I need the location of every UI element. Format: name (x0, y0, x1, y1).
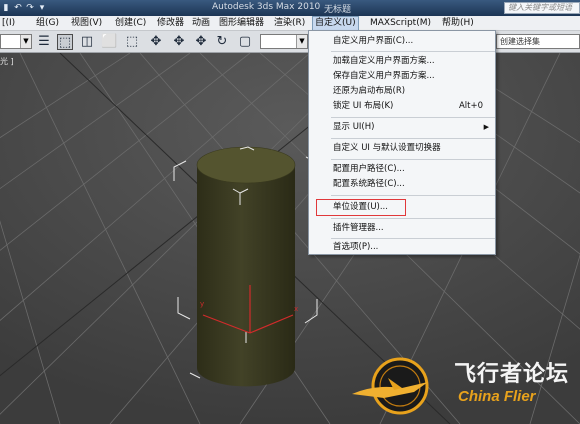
window-crossing-icon[interactable]: ◫ (79, 34, 95, 50)
menu-separator (331, 138, 495, 139)
reference-coordinate-dropdown[interactable]: ▼ (260, 34, 308, 49)
submenu-arrow-icon: ▶ (483, 123, 489, 131)
axis-y-label: y (200, 300, 204, 308)
watermark-logo-icon (352, 357, 429, 415)
undo-icon[interactable]: ↶ (14, 3, 22, 14)
menu-item-ui-defaults-switcher[interactable]: 自定义 UI 与默认设置切换器 (309, 141, 495, 155)
menu-item-customize[interactable]: 自定义(U) (312, 16, 359, 31)
select-move-icon[interactable]: ✥ (171, 34, 187, 50)
menu-item-maxscript[interactable]: MAXScript(M) (368, 17, 433, 30)
menu-item-animation[interactable]: 动画 (190, 17, 212, 30)
menu-item-group[interactable]: 组(G) (34, 17, 61, 30)
menu-item-graph-editors[interactable]: 图形编辑器 (217, 17, 266, 30)
axis-x-label: x (294, 305, 298, 313)
menu-item-create[interactable]: 创建(C) (113, 17, 148, 30)
units-setup-highlight (316, 199, 406, 216)
watermark-en-text: China Flier (458, 388, 536, 405)
customize-menu: 自定义用户界面(C)... 加载自定义用户界面方案... 保存自定义用户界面方案… (308, 30, 496, 255)
menu-bar: [(I) 组(G) 视图(V) 创建(C) 修改器 动画 图形编辑器 渲染(R)… (0, 16, 580, 31)
watermark-cn-text: 飞行者论坛 (454, 362, 570, 387)
viewport-label[interactable]: 光 ] (0, 56, 14, 67)
menu-item-customize-ui[interactable]: 自定义用户界面(C)... (309, 34, 495, 48)
shortcut-label: Alt+0 (458, 101, 483, 111)
menu-item-load-ui-scheme[interactable]: 加载自定义用户界面方案... (309, 54, 495, 68)
menu-item-modifiers[interactable]: 修改器 (155, 17, 186, 30)
menu-separator (331, 117, 495, 118)
select-manipulate-icon[interactable]: ▢ (237, 34, 253, 50)
selection-filter-dropdown[interactable]: ▼ (0, 34, 32, 49)
named-selection-set-input[interactable]: 创建选择集 (496, 34, 580, 49)
title-bar: ▮ ↶ ↷ ▾ Autodesk 3ds Max 2010 无标题 键入关键字或… (0, 0, 580, 16)
rect-select-icon[interactable]: ⬜ (101, 34, 117, 50)
scale-icon[interactable]: ✥ (193, 34, 209, 50)
menu-item-render[interactable]: 渲染(R) (272, 17, 307, 30)
chevron-down-icon: ▼ (20, 35, 31, 48)
menu-item-revert-startup-layout[interactable]: 还原为启动布局(R) (309, 84, 495, 98)
document-name: 无标题 (324, 5, 352, 15)
cylinder-object[interactable] (196, 146, 296, 387)
select-by-name-icon[interactable]: ☰ (36, 34, 52, 50)
watermark: 飞行者论坛 China Flier (344, 348, 580, 424)
menu-item-help[interactable]: 帮助(H) (440, 17, 476, 30)
select-object-icon[interactable]: ⬚ (124, 34, 140, 50)
quick-access-toolbar: ▮ ↶ ↷ ▾ (0, 2, 46, 14)
menu-separator (331, 218, 495, 219)
menu-item-view[interactable]: 视图(V) (69, 17, 104, 30)
app-title: Autodesk 3ds Max 2010 (212, 2, 321, 12)
menu-separator (331, 238, 495, 239)
quick-access-dropdown-icon[interactable]: ▾ (38, 3, 46, 14)
select-region-icon[interactable]: ⬚ (57, 34, 73, 50)
menu-item-lock-ui-layout[interactable]: 锁定 UI 布局(K) Alt+0 (309, 99, 495, 113)
move-icon[interactable]: ✥ (148, 34, 164, 50)
menu-separator (331, 195, 495, 196)
menu-item-preferences[interactable]: 首选项(P)... (309, 240, 495, 254)
menu-item-plugin-manager[interactable]: 插件管理器... (309, 221, 495, 235)
menu-item-edit[interactable]: [(I) (0, 17, 17, 30)
menu-item-save-ui-scheme[interactable]: 保存自定义用户界面方案... (309, 69, 495, 83)
menu-item-configure-user-paths[interactable]: 配置用户路径(C)... (309, 162, 495, 176)
menu-item-configure-system-paths[interactable]: 配置系统路径(C)... (309, 177, 495, 191)
search-input[interactable]: 键入关键字或短语 (504, 2, 580, 14)
menu-item-show-ui[interactable]: 显示 UI(H) ▶ (309, 120, 495, 134)
chevron-down-icon: ▼ (296, 35, 307, 48)
save-icon[interactable]: ▮ (2, 3, 10, 14)
rotate-icon[interactable]: ↻ (214, 34, 230, 50)
redo-icon[interactable]: ↷ (26, 3, 34, 14)
menu-separator (331, 51, 495, 52)
menu-separator (331, 159, 495, 160)
